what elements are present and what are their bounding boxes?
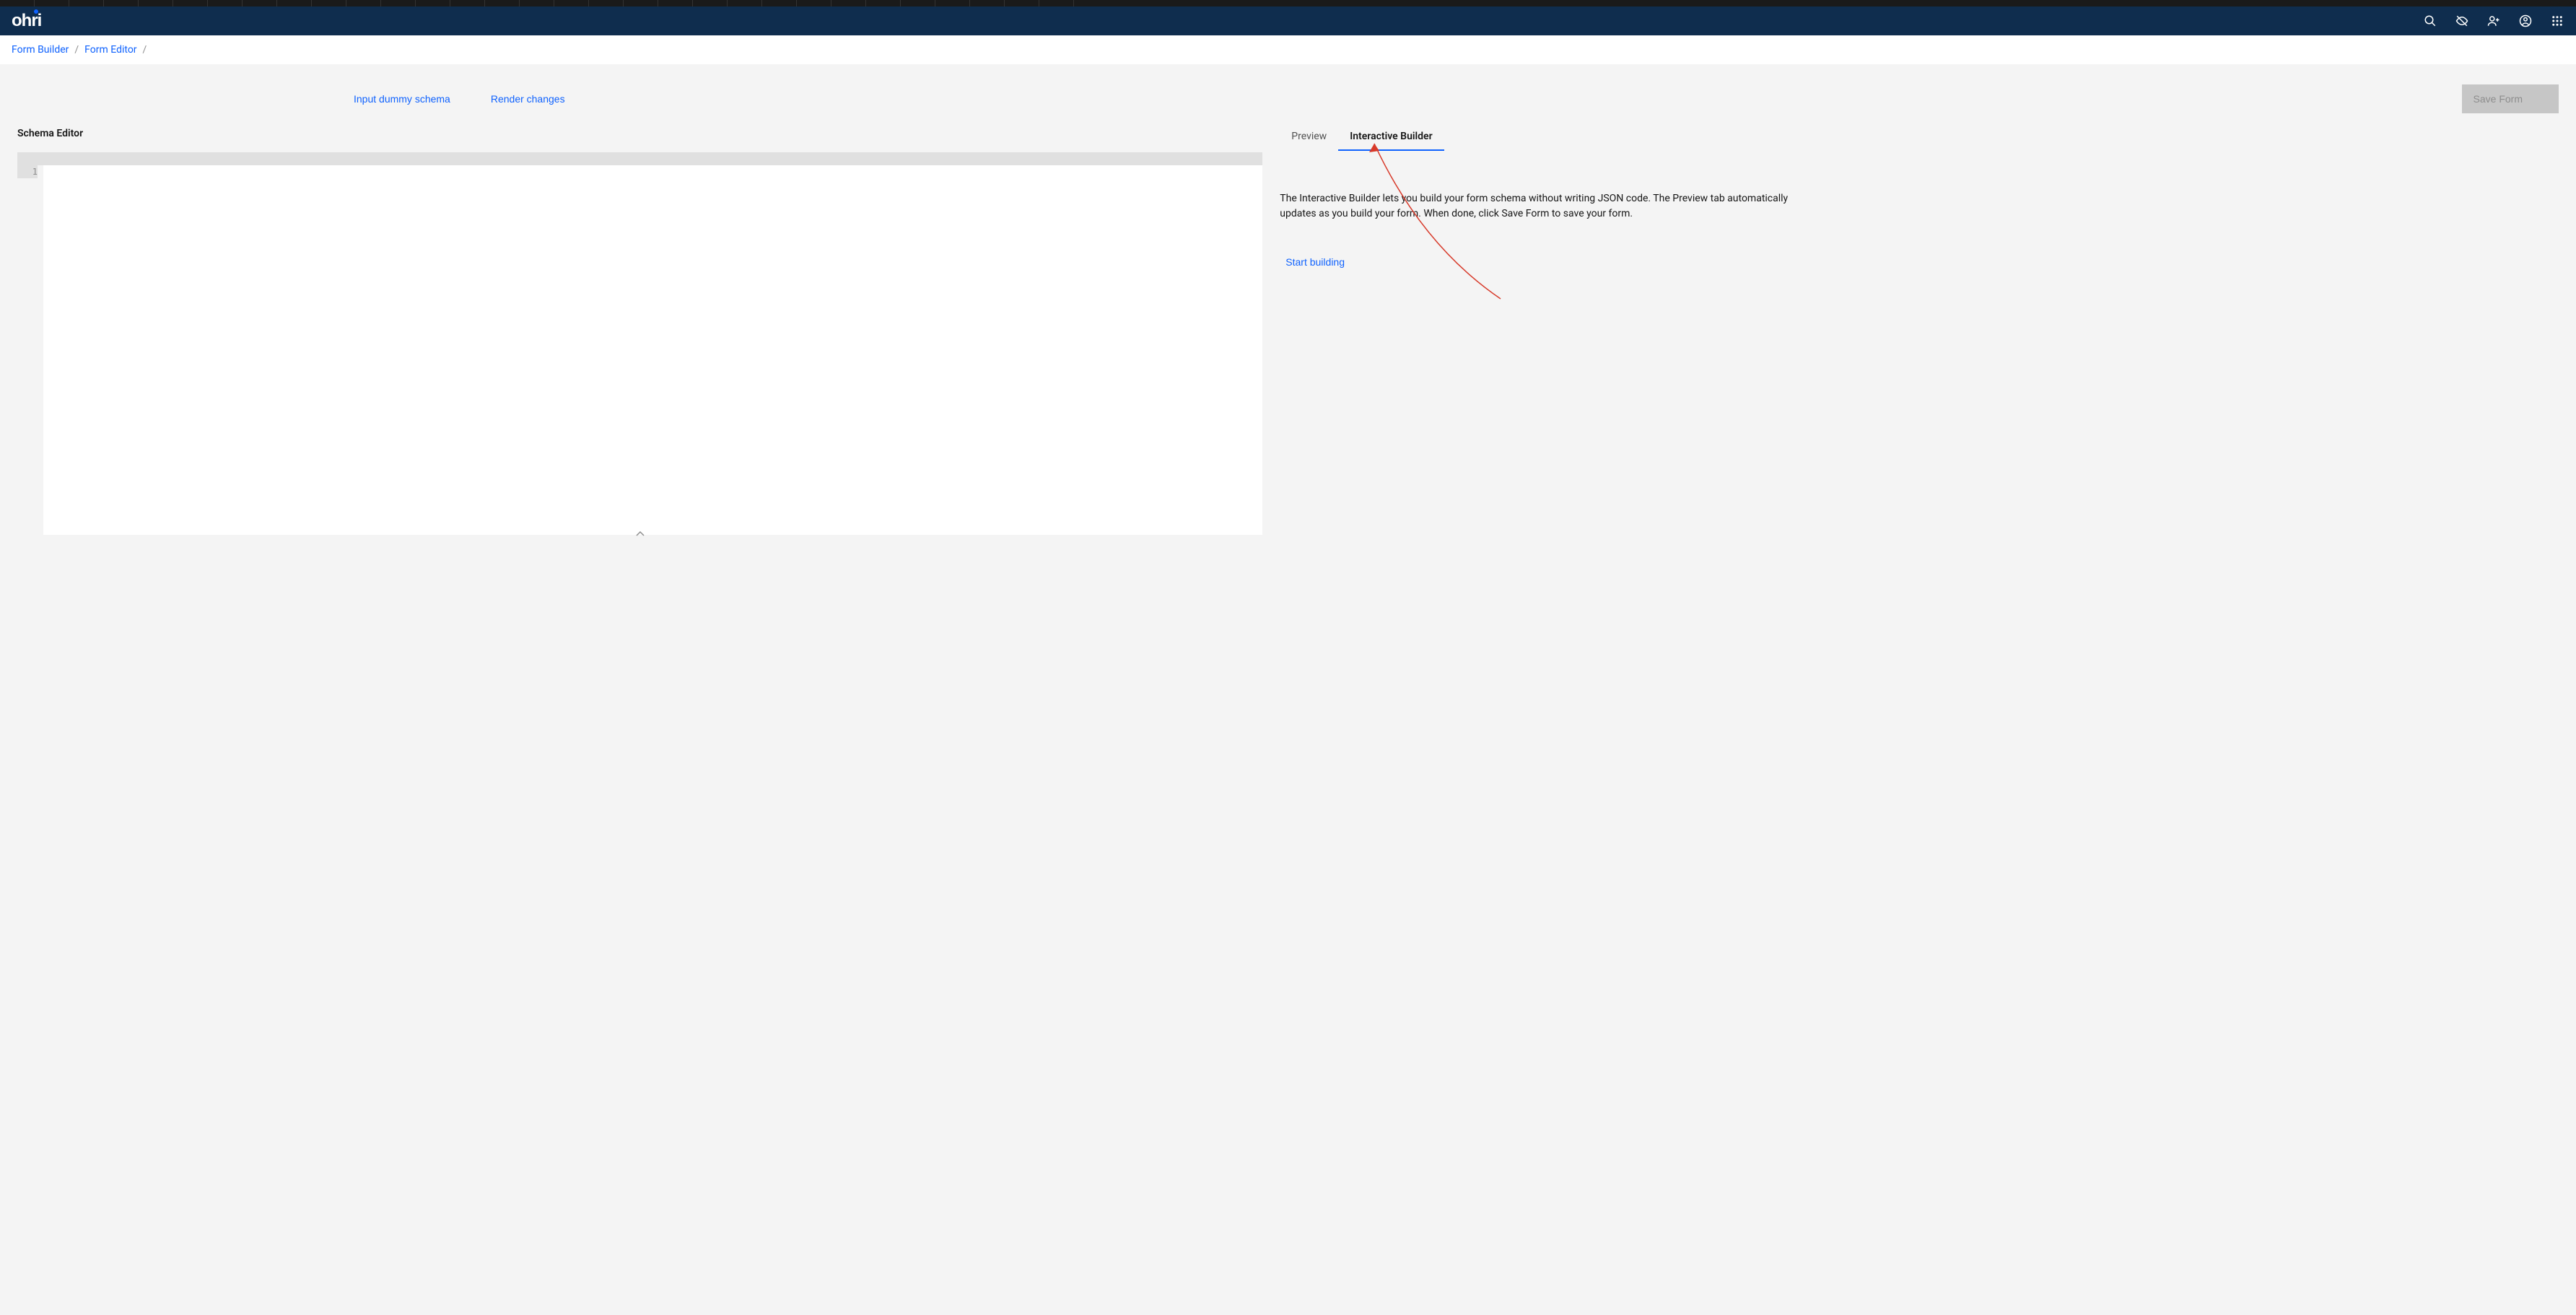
header-icon-group	[2423, 14, 2564, 28]
app-header: ohri	[0, 6, 2576, 35]
code-editor[interactable]: 1	[17, 152, 1262, 535]
brand-name: ohri	[12, 11, 41, 30]
add-user-icon[interactable]	[2487, 14, 2501, 28]
input-dummy-schema-button[interactable]: Input dummy schema	[342, 87, 462, 110]
editor-gutter: 1	[17, 165, 43, 535]
search-icon[interactable]	[2423, 14, 2437, 28]
breadcrumb: Form Builder / Form Editor /	[0, 35, 2576, 64]
right-panel-tabs: Preview Interactive Builder	[1280, 123, 2559, 151]
breadcrumb-form-builder[interactable]: Form Builder	[12, 44, 69, 56]
breadcrumb-separator: /	[74, 44, 79, 56]
actions-toolbar: Input dummy schema Render changes Save F…	[17, 64, 2559, 123]
breadcrumb-form-editor[interactable]: Form Editor	[84, 44, 136, 56]
line-number: 1	[17, 165, 38, 178]
breadcrumb-separator: /	[143, 44, 147, 56]
start-building-button[interactable]: Start building	[1280, 250, 1345, 274]
save-form-button[interactable]: Save Form	[2462, 84, 2559, 113]
tab-preview[interactable]: Preview	[1280, 123, 1338, 151]
tab-interactive-builder[interactable]: Interactive Builder	[1338, 123, 1444, 151]
builder-description: The Interactive Builder lets you build y…	[1280, 191, 1799, 222]
schema-editor-title: Schema Editor	[17, 128, 1262, 139]
brand-logo: ohri	[12, 11, 41, 31]
user-account-icon[interactable]	[2518, 14, 2533, 28]
chevron-up-icon[interactable]	[636, 530, 645, 536]
editor-textarea[interactable]	[43, 165, 1262, 535]
render-changes-button[interactable]: Render changes	[479, 87, 577, 110]
apps-grid-icon[interactable]	[2550, 14, 2564, 28]
os-menubar	[0, 0, 2576, 6]
visibility-off-icon[interactable]	[2455, 14, 2469, 28]
